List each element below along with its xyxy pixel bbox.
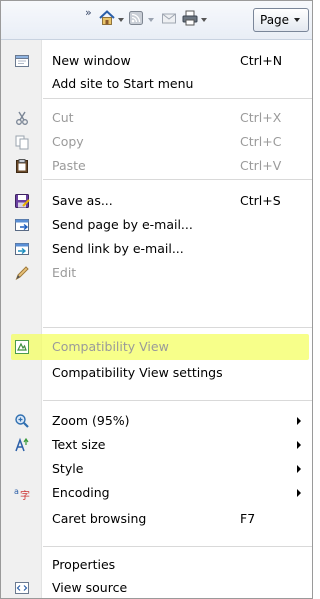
menu-separator: [43, 327, 312, 328]
copy-icon: [13, 133, 31, 151]
menu-item-label: Caret browsing: [52, 511, 147, 526]
menu-item-label: Send link by e-mail...: [52, 241, 184, 256]
menu-item-cut: Cut Ctrl+X: [1, 106, 312, 130]
menu-item-label: Style: [52, 461, 84, 476]
menu-item-label: Add site to Start menu: [52, 76, 194, 91]
menu-item-label: Text size: [52, 437, 106, 452]
menu-separator: [43, 179, 312, 180]
svg-text:a: a: [14, 487, 19, 496]
view-source-icon: [13, 579, 31, 597]
menu-item-shortcut: Ctrl+V: [240, 158, 282, 173]
menu-item-label: New window: [52, 53, 131, 68]
menu-item-label: Cut: [52, 110, 74, 125]
menu-item-label: Paste: [52, 158, 86, 173]
feeds-button[interactable]: [128, 9, 144, 31]
new-window-icon: [13, 52, 31, 70]
page-button-label: Page: [260, 13, 290, 27]
command-bar: » Page: [1, 1, 312, 40]
menu-item-properties[interactable]: Properties: [1, 553, 312, 577]
submenu-arrow-icon: [297, 441, 301, 449]
menu-item-label: Edit: [52, 265, 77, 280]
chevron-down-icon: [118, 18, 124, 22]
menu-item-label: Properties: [52, 557, 116, 572]
page-dropdown-menu: New window Ctrl+N Add site to Start menu…: [1, 40, 312, 598]
menu-item-caret-browsing[interactable]: Caret browsing F7: [1, 507, 312, 531]
submenu-arrow-icon: [297, 489, 301, 497]
menu-item-label: Compatibility View settings: [52, 365, 223, 380]
menu-item-label: Zoom (95%): [52, 413, 130, 428]
menu-item-save-as[interactable]: Save as... Ctrl+S: [1, 189, 312, 213]
submenu-arrow-icon: [297, 465, 301, 473]
menu-item-zoom[interactable]: Zoom (95%): [1, 409, 312, 433]
print-button[interactable]: [181, 9, 199, 31]
menu-item-label: Compatibility View: [52, 339, 169, 354]
chevron-down-icon: [201, 18, 207, 22]
menu-item-label: View source: [52, 580, 128, 595]
menu-separator: [43, 98, 312, 99]
menu-item-view-source[interactable]: View source: [1, 576, 312, 598]
print-icon: [181, 9, 199, 31]
save-as-icon: [13, 192, 31, 210]
home-icon: [98, 9, 116, 31]
encoding-icon: a 字: [13, 484, 31, 502]
menu-item-shortcut: Ctrl+S: [240, 193, 281, 208]
read-mail-icon: [161, 10, 177, 30]
menu-separator: [43, 400, 312, 401]
paste-icon: [13, 157, 31, 175]
menu-item-send-page-by-email[interactable]: Send page by e-mail...: [1, 213, 312, 237]
print-dropdown[interactable]: [201, 9, 207, 31]
menu-item-copy: Copy Ctrl+C: [1, 130, 312, 154]
cut-icon: [13, 109, 31, 127]
svg-text:字: 字: [20, 489, 30, 501]
more-commands-chevron[interactable]: »: [85, 6, 92, 19]
menu-item-shortcut: Ctrl+N: [240, 53, 283, 68]
menu-item-paste: Paste Ctrl+V: [1, 154, 312, 178]
feeds-dropdown[interactable]: [148, 9, 154, 31]
menu-item-shortcut: Ctrl+C: [240, 134, 282, 149]
menu-item-shortcut: F7: [240, 511, 256, 526]
menu-item-style[interactable]: Style: [1, 457, 312, 481]
menu-item-add-site-to-start-menu[interactable]: Add site to Start menu: [1, 72, 312, 96]
menu-item-label: Copy: [52, 134, 84, 149]
menu-item-encoding[interactable]: a 字 Encoding: [1, 481, 312, 505]
menu-item-edit: Edit: [1, 261, 312, 285]
menu-item-compatibility-view-settings[interactable]: Compatibility View settings: [1, 361, 312, 385]
text-size-icon: [13, 436, 31, 454]
menu-item-text-size[interactable]: Text size: [1, 433, 312, 457]
menu-item-label: Encoding: [52, 485, 110, 500]
chevron-down-icon: [294, 18, 301, 22]
home-button[interactable]: [98, 9, 116, 31]
submenu-arrow-icon: [297, 417, 301, 425]
menu-item-send-link-by-email[interactable]: Send link by e-mail...: [1, 237, 312, 261]
send-link-email-icon: [13, 240, 31, 258]
read-mail-button[interactable]: [161, 9, 177, 31]
send-page-email-icon: [13, 216, 31, 234]
menu-separator: [43, 546, 312, 547]
menu-item-compatibility-view[interactable]: Compatibility View: [1, 335, 312, 359]
zoom-icon: [13, 412, 31, 430]
menu-item-label: Save as...: [52, 193, 113, 208]
page-menu-window: » Page New window Ctrl+N Add site to Sta…: [0, 0, 313, 599]
page-menu-button[interactable]: Page: [253, 8, 309, 32]
edit-pencil-icon: [13, 264, 31, 282]
menu-item-new-window[interactable]: New window Ctrl+N: [1, 49, 312, 73]
menu-item-label: Send page by e-mail...: [52, 217, 193, 232]
menu-item-shortcut: Ctrl+X: [240, 110, 282, 125]
chevron-down-icon: [148, 18, 154, 22]
home-dropdown[interactable]: [118, 9, 124, 31]
compatibility-view-icon: [13, 338, 31, 356]
feeds-icon: [128, 10, 144, 30]
